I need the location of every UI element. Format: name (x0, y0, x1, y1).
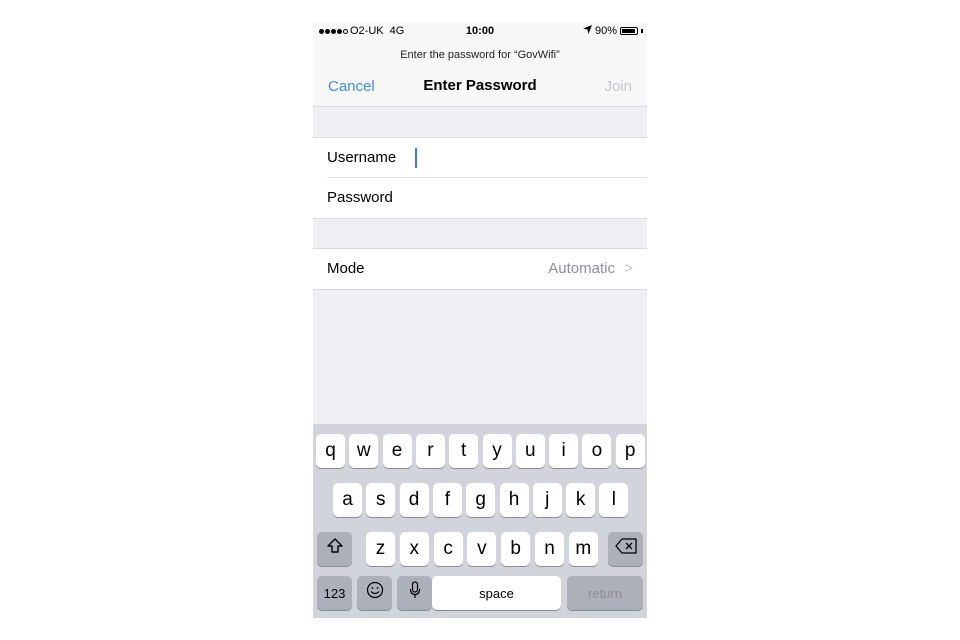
numbers-key[interactable]: 123 (317, 576, 352, 610)
key-n[interactable]: n (535, 532, 564, 566)
battery-icon (620, 27, 638, 35)
key-k[interactable]: k (566, 483, 596, 517)
battery-tip (641, 29, 643, 33)
join-button[interactable]: Join (604, 78, 632, 95)
space-key[interactable]: space (432, 576, 561, 610)
text-cursor (415, 148, 417, 168)
key-u[interactable]: u (515, 434, 545, 468)
key-m[interactable]: m (568, 532, 598, 566)
backspace-icon (614, 538, 637, 560)
shift-icon (326, 537, 344, 561)
credentials-section: Username Password (313, 137, 647, 219)
username-field[interactable]: Username (313, 138, 647, 178)
key-f[interactable]: f (432, 483, 462, 517)
key-y[interactable]: y (482, 434, 512, 468)
status-right: 90% (582, 25, 643, 37)
phone-screen: O2-UK 4G 10:00 90% Enter the password fo… (313, 22, 647, 618)
key-s[interactable]: s (366, 483, 396, 517)
mode-label: Mode (327, 260, 365, 277)
chevron-right-icon: > (624, 260, 633, 277)
key-r[interactable]: r (415, 434, 445, 468)
key-e[interactable]: e (382, 434, 412, 468)
key-p[interactable]: p (615, 434, 645, 468)
shift-key[interactable] (317, 532, 352, 566)
key-w[interactable]: w (349, 434, 379, 468)
mode-value: Automatic (548, 260, 615, 277)
key-c[interactable]: c (433, 532, 463, 566)
dictation-key[interactable] (397, 576, 432, 610)
keyboard: 123 space return qwertyuiop asdfghjkl zxcv… (313, 424, 647, 618)
page-title: Enter Password (423, 77, 537, 94)
microphone-icon (409, 581, 421, 605)
key-j[interactable]: j (532, 483, 562, 517)
key-x[interactable]: x (399, 532, 429, 566)
key-o[interactable]: o (582, 434, 612, 468)
key-g[interactable]: g (466, 483, 496, 517)
emoji-icon (366, 581, 384, 605)
key-l[interactable]: l (599, 483, 629, 517)
mode-section: Mode Automatic > (313, 248, 647, 290)
username-label: Username (327, 149, 397, 166)
key-q[interactable]: q (316, 434, 345, 468)
key-v[interactable]: v (467, 532, 497, 566)
key-z[interactable]: z (366, 532, 395, 566)
key-i[interactable]: i (549, 434, 579, 468)
return-key[interactable]: return (567, 576, 643, 610)
status-bar: O2-UK 4G 10:00 90% (313, 22, 647, 42)
mode-row[interactable]: Mode Automatic > (313, 249, 647, 289)
key-t[interactable]: t (449, 434, 479, 468)
location-arrow-icon (582, 25, 592, 37)
key-a[interactable]: a (333, 483, 362, 517)
battery-percent: 90% (594, 25, 617, 37)
key-h[interactable]: h (499, 483, 529, 517)
password-label: Password (327, 189, 393, 206)
password-field[interactable]: Password (313, 178, 647, 218)
key-d[interactable]: d (399, 483, 429, 517)
key-b[interactable]: b (501, 532, 531, 566)
nav-bar: Cancel Enter Password Join (313, 76, 647, 98)
emoji-key[interactable] (357, 576, 392, 610)
password-prompt: Enter the password for “GovWifi” (400, 49, 560, 61)
password-header: Enter the password for “GovWifi” Cancel … (313, 42, 647, 107)
delete-key[interactable] (608, 532, 643, 566)
